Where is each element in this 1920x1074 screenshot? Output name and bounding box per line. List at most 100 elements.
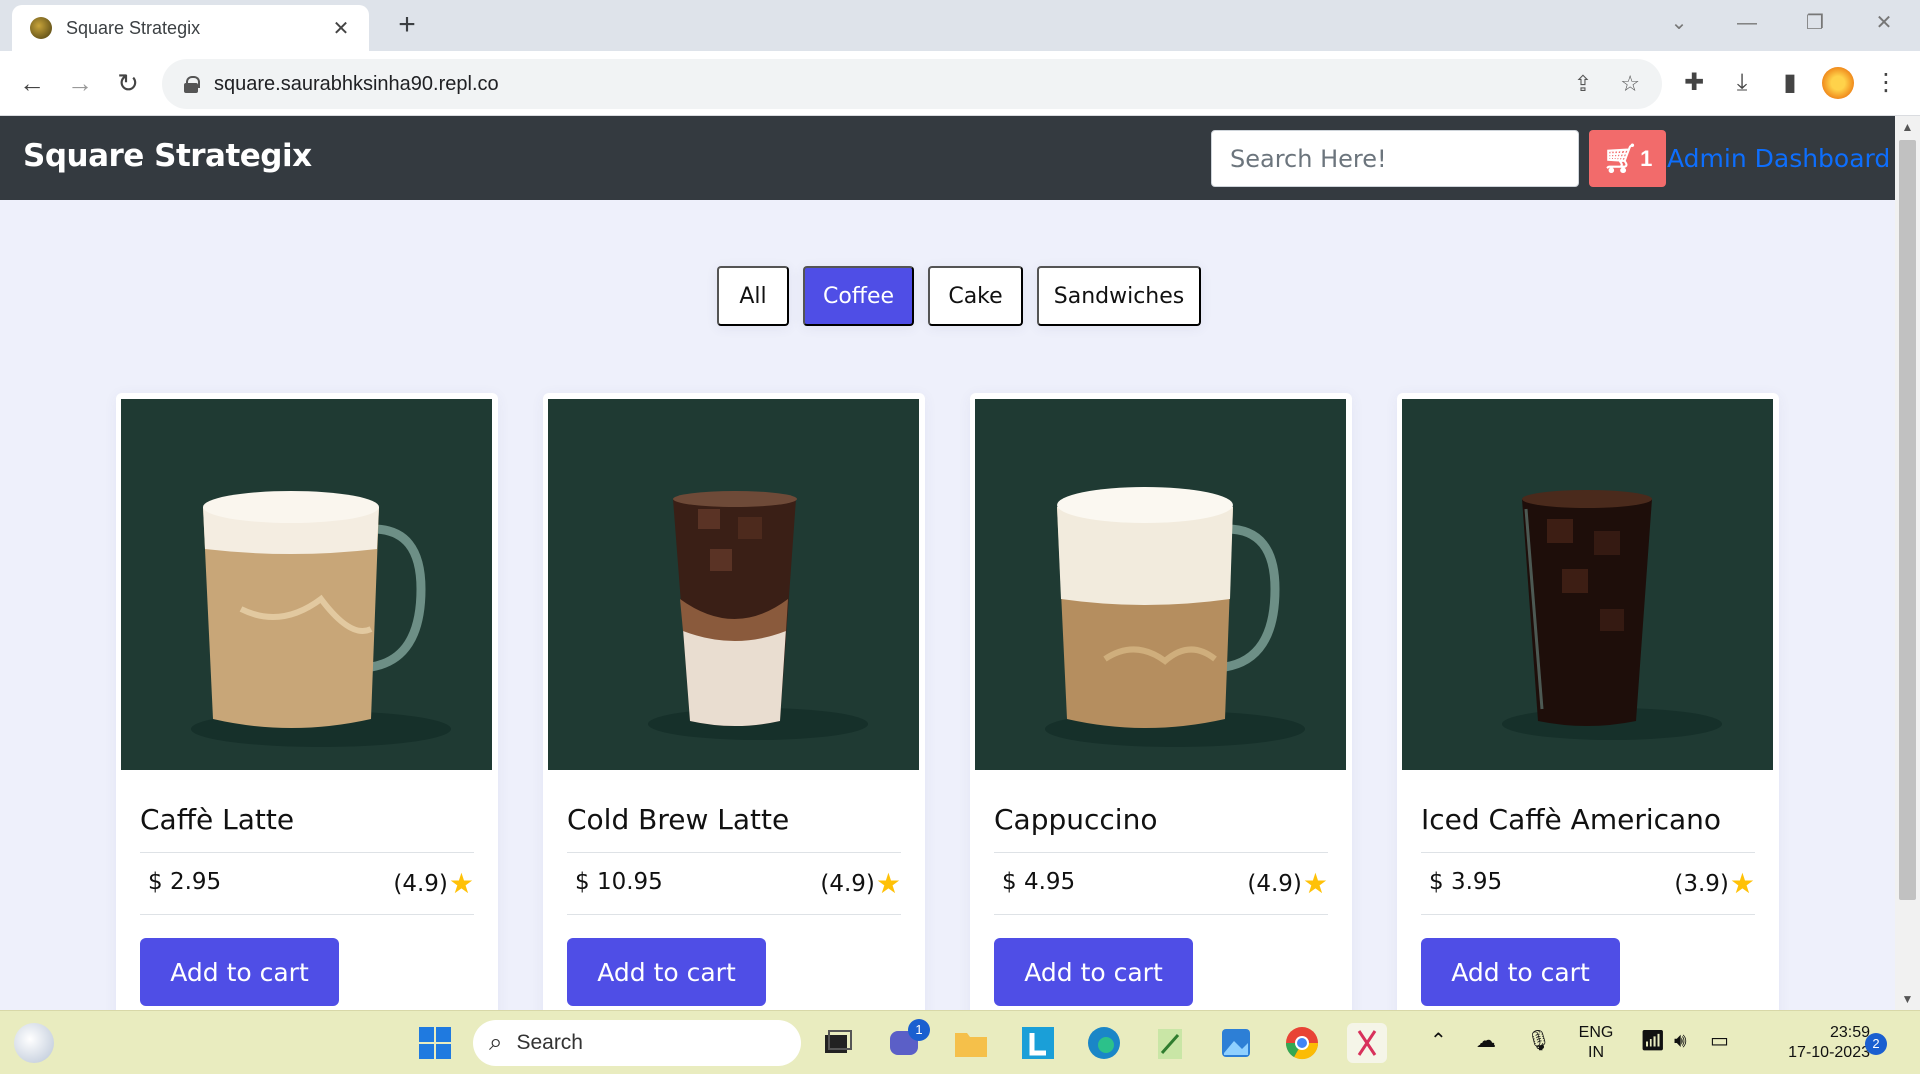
back-icon[interactable]: ← — [14, 65, 50, 101]
category-filters: All Coffee Cake Sandwiches — [717, 266, 1201, 326]
minimize-window-icon[interactable]: — — [1727, 6, 1767, 40]
filter-coffee[interactable]: Coffee — [803, 266, 914, 326]
site-favicon-icon — [30, 17, 52, 39]
lock-icon[interactable] — [184, 76, 200, 93]
rating-value: (4.9) — [820, 870, 875, 897]
scroll-down-arrow-icon[interactable]: ▼ — [1895, 992, 1920, 1006]
product-rating: (3.9) ★ — [1674, 867, 1755, 900]
star-icon: ★ — [448, 867, 474, 900]
taskbar-search[interactable]: ⌕ Search — [473, 1020, 801, 1066]
windows-start-icon[interactable] — [415, 1023, 455, 1063]
wifi-icon[interactable]: 📶︎ — [1640, 1031, 1665, 1051]
battery-icon[interactable]: ▭ — [1710, 1031, 1729, 1051]
close-tab-icon[interactable]: ✕ — [329, 16, 353, 41]
tab-title: Square Strategix — [66, 17, 201, 38]
show-hidden-icons-chevron-icon[interactable]: ⌃ — [1430, 1031, 1447, 1051]
photos-app-icon[interactable] — [1216, 1023, 1256, 1063]
tab-search-icon[interactable]: ⌄ — [1659, 6, 1699, 40]
product-name: Iced Caffè Americano — [1421, 803, 1722, 836]
side-panel-icon[interactable]: ▮ — [1772, 65, 1808, 101]
cappuccino-mug-icon — [1045, 487, 1305, 747]
product-name: Caffè Latte — [140, 803, 295, 836]
filter-all[interactable]: All — [717, 266, 789, 326]
microphone-icon[interactable]: 🎙︎ — [1526, 1031, 1551, 1051]
product-rating: (4.9) ★ — [393, 867, 474, 900]
app-l-icon[interactable] — [1018, 1023, 1058, 1063]
search-input[interactable] — [1211, 130, 1579, 187]
weather-widget-icon[interactable] — [14, 1023, 54, 1063]
divider — [1421, 914, 1755, 915]
volume-icon[interactable]: 🔊︎ — [1674, 1031, 1687, 1051]
scrollbar-thumb[interactable] — [1899, 140, 1916, 900]
reload-icon[interactable]: ↻ — [110, 65, 146, 101]
rating-value: (4.9) — [1247, 870, 1302, 897]
onedrive-cloud-icon[interactable]: ☁ — [1476, 1031, 1496, 1051]
add-to-cart-button[interactable]: Add to cart — [140, 938, 339, 1006]
share-icon[interactable]: ⇪ — [1574, 71, 1592, 97]
taskbar: ⌕ Search 1 ⌃ ☁ 🎙︎ ENG IN 📶︎ 🔊︎ ▭ 23:59 1… — [0, 1010, 1920, 1074]
extensions-puzzle-icon[interactable]: ✚ — [1676, 65, 1712, 101]
iced-americano-glass-icon — [1502, 490, 1722, 740]
product-image[interactable] — [548, 399, 919, 770]
product-card: Iced Caffè Americano $ 3.95 (3.9) ★ Add … — [1397, 393, 1779, 1033]
product-card: Cold Brew Latte $ 10.95 (4.9) ★ Add to c… — [543, 393, 925, 1033]
download-icon[interactable]: ⤓ — [1724, 65, 1760, 101]
taskbar-search-label: Search — [516, 1031, 583, 1054]
teams-badge: 1 — [908, 1019, 930, 1041]
task-view-icon[interactable] — [817, 1023, 857, 1063]
product-card: Caffè Latte $ 2.95 (4.9) ★ Add to cart — [116, 393, 498, 1033]
profile-avatar[interactable] — [1822, 67, 1854, 99]
bookmark-star-icon[interactable]: ☆ — [1620, 71, 1640, 97]
divider — [994, 914, 1328, 915]
filter-sandwiches[interactable]: Sandwiches — [1037, 266, 1201, 326]
language-code: ENG — [1578, 1024, 1614, 1041]
product-card: Cappuccino $ 4.95 (4.9) ★ Add to cart — [970, 393, 1352, 1033]
url-text[interactable]: square.saurabhksinha90.repl.co — [214, 73, 1546, 96]
filter-cake[interactable]: Cake — [928, 266, 1023, 326]
chrome-browser-icon[interactable] — [1282, 1023, 1322, 1063]
scroll-up-arrow-icon[interactable]: ▲ — [1895, 120, 1920, 134]
add-to-cart-button[interactable]: Add to cart — [567, 938, 766, 1006]
latte-mug-icon — [191, 491, 451, 747]
product-price: $ 2.95 — [148, 869, 222, 895]
browser-tab[interactable]: Square Strategix ✕ — [12, 5, 369, 51]
star-icon: ★ — [1302, 867, 1328, 900]
new-tab-button[interactable]: + — [392, 10, 422, 40]
restore-window-icon[interactable]: ❐ — [1795, 6, 1835, 40]
forward-icon[interactable]: → — [62, 65, 98, 101]
product-image[interactable] — [1402, 399, 1773, 770]
browser-menu-icon[interactable]: ⋮ — [1868, 65, 1904, 101]
address-bar[interactable]: square.saurabhksinha90.repl.co ⇪ ☆ — [162, 59, 1662, 109]
brand-logo-text[interactable]: Square Strategix — [23, 138, 312, 174]
close-window-icon[interactable]: ✕ — [1864, 6, 1904, 40]
add-to-cart-button[interactable]: Add to cart — [1421, 938, 1620, 1006]
notification-badge[interactable]: 2 — [1865, 1033, 1887, 1055]
browser-tab-strip: Square Strategix ✕ + ⌄ — ❐ ✕ — [0, 0, 1920, 51]
divider — [994, 852, 1328, 853]
edge-browser-icon[interactable] — [1084, 1023, 1124, 1063]
cold-brew-glass-icon — [648, 491, 868, 740]
product-image[interactable] — [121, 399, 492, 770]
site-header: Square Strategix 🛒︎ 1 Admin Dashboard — [0, 116, 1895, 200]
file-explorer-icon[interactable] — [951, 1023, 991, 1063]
divider — [140, 914, 474, 915]
browser-toolbar: ← → ↻ square.saurabhksinha90.repl.co ⇪ ☆… — [0, 51, 1920, 116]
product-image[interactable] — [975, 399, 1346, 770]
divider — [1421, 852, 1755, 853]
add-to-cart-button[interactable]: Add to cart — [994, 938, 1193, 1006]
rating-value: (4.9) — [393, 870, 448, 897]
product-price: $ 10.95 — [575, 869, 663, 895]
cart-button[interactable]: 🛒︎ 1 — [1589, 130, 1666, 187]
notepad-app-icon[interactable] — [1150, 1023, 1190, 1063]
divider — [567, 914, 901, 915]
admin-dashboard-link[interactable]: Admin Dashboard — [1667, 144, 1890, 173]
product-rating: (4.9) ★ — [820, 867, 901, 900]
clock[interactable]: 23:59 17-10-2023 — [1766, 1023, 1870, 1063]
rating-value: (3.9) — [1674, 870, 1729, 897]
product-price: $ 4.95 — [1002, 869, 1076, 895]
divider — [567, 852, 901, 853]
product-rating: (4.9) ★ — [1247, 867, 1328, 900]
language-indicator[interactable]: ENG IN — [1576, 1023, 1616, 1063]
snipping-tool-icon[interactable] — [1347, 1023, 1387, 1063]
page-scrollbar[interactable]: ▲ ▼ — [1895, 116, 1920, 1010]
